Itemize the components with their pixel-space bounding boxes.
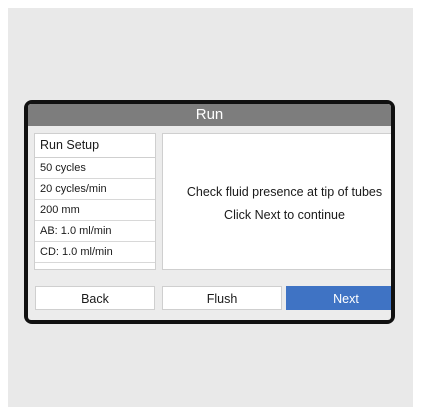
- device-bezel: Run Run Setup 50 cycles 20 cycles/min 20…: [24, 100, 395, 324]
- run-setup-header: Run Setup: [35, 134, 155, 158]
- setup-item-cycles: 50 cycles: [35, 158, 155, 179]
- run-screen: Run Run Setup 50 cycles 20 cycles/min 20…: [28, 104, 391, 320]
- run-setup-panel: Run Setup 50 cycles 20 cycles/min 200 mm…: [34, 133, 156, 270]
- continue-hint-text: Click Next to continue: [224, 208, 345, 222]
- next-button[interactable]: Next: [286, 286, 391, 310]
- setup-item-distance: 200 mm: [35, 200, 155, 221]
- back-button[interactable]: Back: [35, 286, 155, 310]
- setup-item-flow-cd: CD: 1.0 ml/min: [35, 242, 155, 263]
- flush-button[interactable]: Flush: [162, 286, 282, 310]
- window-title: Run: [28, 104, 391, 126]
- setup-item-flow-ab: AB: 1.0 ml/min: [35, 221, 155, 242]
- instruction-text: Check fluid presence at tip of tubes: [186, 185, 383, 199]
- setup-item-rate: 20 cycles/min: [35, 179, 155, 200]
- message-panel: Check fluid presence at tip of tubes Cli…: [162, 133, 391, 270]
